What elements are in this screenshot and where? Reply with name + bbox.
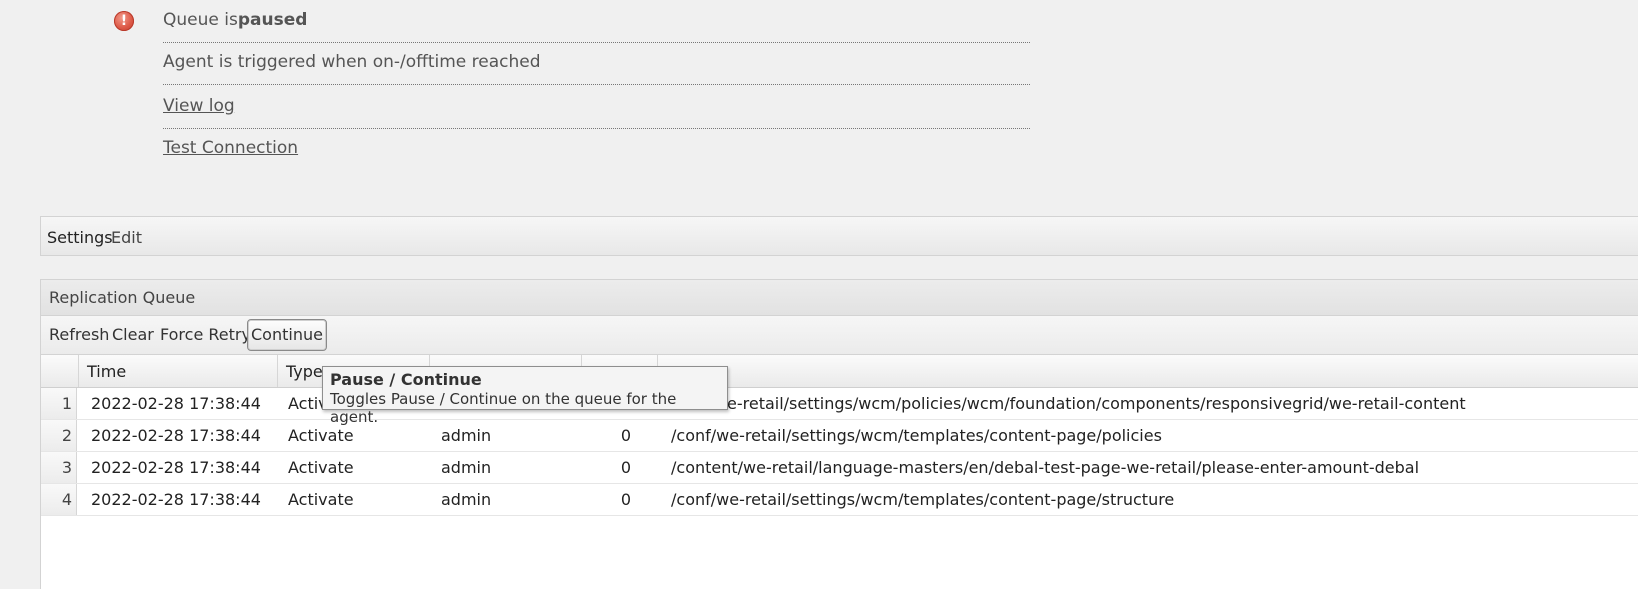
- column-header-time[interactable]: Time: [79, 355, 278, 387]
- queue-toolbar: Refresh Clear Force Retry Continue: [41, 316, 1638, 355]
- row-number: 2: [41, 420, 77, 451]
- trigger-info-text: Agent is triggered when on-/offtime reac…: [163, 52, 541, 72]
- row-path: /conf/we-retail/settings/wcm/templates/c…: [671, 426, 1162, 445]
- view-log-link[interactable]: View log: [163, 96, 235, 116]
- table-row[interactable]: 1 2022-02-28 17:38:44 Activ e-retail/set…: [41, 388, 1638, 420]
- row-type: Activate: [288, 490, 354, 509]
- queue-status-prefix: Queue is: [163, 10, 238, 30]
- clear-button[interactable]: Clear: [112, 316, 154, 354]
- table-row[interactable]: 3 2022-02-28 17:38:44 Activate admin 0 /…: [41, 452, 1638, 484]
- replication-queue-panel: Replication Queue Refresh Clear Force Re…: [40, 279, 1638, 589]
- view-log-row: View log: [163, 86, 1030, 129]
- table-row[interactable]: 2 2022-02-28 17:38:44 Activate admin 0 /…: [41, 420, 1638, 452]
- row-retries: 0: [620, 490, 631, 509]
- tooltip-title: Pause / Continue: [330, 370, 482, 389]
- row-time: 2022-02-28 17:38:44: [91, 394, 261, 413]
- edit-button[interactable]: Edit: [111, 228, 142, 247]
- settings-toolbar: Settings Edit: [40, 216, 1638, 256]
- row-number: 4: [41, 484, 77, 515]
- row-number: 3: [41, 452, 77, 483]
- queue-grid-header: Time Type: [41, 355, 1638, 388]
- row-path: /content/we-retail/language-masters/en/d…: [671, 458, 1420, 477]
- continue-tooltip: Pause / Continue Toggles Pause / Continu…: [322, 366, 728, 426]
- row-user: admin: [441, 458, 492, 477]
- row-type: Activate: [288, 458, 354, 477]
- row-retries: 0: [620, 458, 631, 477]
- queue-status-row: Queue is paused: [163, 0, 1030, 43]
- continue-button[interactable]: Continue: [247, 319, 327, 351]
- row-time: 2022-02-28 17:38:44: [91, 458, 261, 477]
- alert-circle-icon: !: [114, 11, 134, 31]
- row-number: 1: [41, 388, 77, 419]
- row-time: 2022-02-28 17:38:44: [91, 490, 261, 509]
- tooltip-text: Toggles Pause / Continue on the queue fo…: [330, 390, 677, 426]
- row-user: admin: [441, 490, 492, 509]
- replication-queue-title: Replication Queue: [41, 279, 1638, 316]
- test-connection-row: Test Connection: [163, 128, 1030, 170]
- table-row[interactable]: 4 2022-02-28 17:38:44 Activate admin 0 /…: [41, 484, 1638, 516]
- column-header-path[interactable]: [658, 355, 1638, 387]
- row-number-header: [41, 355, 79, 387]
- test-connection-link[interactable]: Test Connection: [163, 138, 298, 158]
- settings-label: Settings: [47, 228, 113, 247]
- queue-status-value: paused: [237, 10, 308, 30]
- row-path: e-retail/settings/wcm/policies/wcm/found…: [727, 394, 1466, 413]
- refresh-button[interactable]: Refresh: [49, 316, 109, 354]
- row-time: 2022-02-28 17:38:44: [91, 426, 261, 445]
- trigger-info-row: Agent is triggered when on-/offtime reac…: [163, 42, 1030, 85]
- row-path: /conf/we-retail/settings/wcm/templates/c…: [671, 490, 1175, 509]
- force-retry-button[interactable]: Force Retry: [160, 316, 251, 354]
